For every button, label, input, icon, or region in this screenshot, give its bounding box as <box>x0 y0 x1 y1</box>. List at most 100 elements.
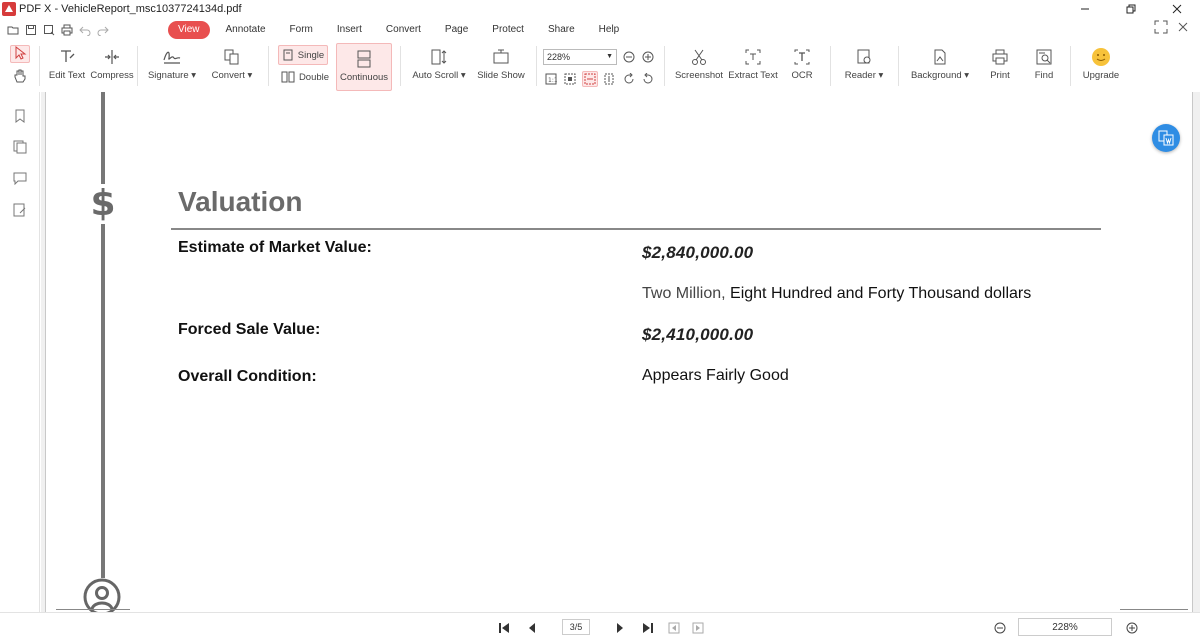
menu-protect[interactable]: Protect <box>480 21 536 39</box>
convert-button[interactable]: Convert ▾ <box>208 46 256 81</box>
auto-scroll-label: Auto Scroll ▾ <box>412 70 466 81</box>
footer-rule-right <box>1120 609 1188 610</box>
fit-width-button[interactable] <box>582 71 598 87</box>
floating-convert-button[interactable] <box>1152 124 1180 152</box>
zoom-in-button[interactable] <box>641 50 655 64</box>
first-page-button[interactable] <box>496 620 512 636</box>
background-button[interactable]: Background ▾ <box>906 46 974 81</box>
first-page-icon <box>499 623 509 633</box>
menu-view[interactable]: View <box>168 21 210 39</box>
screenshot-button[interactable]: Screenshot <box>672 46 726 81</box>
signature-button[interactable]: Signature ▾ <box>146 46 198 81</box>
window-title: PDF X - VehicleReport_msc1037724134d.pdf <box>19 3 242 15</box>
separator <box>536 46 537 86</box>
actual-size-button[interactable]: 1:1 <box>544 72 558 86</box>
convert-icon <box>224 49 239 65</box>
single-page-button[interactable]: Single <box>278 45 328 65</box>
market-value-text: $2,840,000.00 <box>642 243 754 262</box>
status-zoom-in-button[interactable] <box>1124 620 1140 636</box>
save-button[interactable] <box>22 21 40 39</box>
upgrade-button[interactable]: Upgrade <box>1080 46 1122 81</box>
save-as-button[interactable] <box>40 21 58 39</box>
fit-page-icon <box>564 73 576 85</box>
next-view-button[interactable] <box>690 620 706 636</box>
zoom-out-icon <box>623 51 635 63</box>
menu-help[interactable]: Help <box>587 21 632 39</box>
menu-convert[interactable]: Convert <box>374 21 433 39</box>
redo-icon <box>97 26 109 36</box>
printer-icon <box>992 49 1008 65</box>
rotate-left-icon <box>643 73 653 84</box>
extract-text-button[interactable]: Extract Text <box>726 46 780 81</box>
bookmarks-button[interactable] <box>12 108 28 124</box>
fullscreen-button[interactable] <box>1154 20 1168 37</box>
comments-button[interactable] <box>12 170 28 186</box>
slide-show-button[interactable]: Slide Show <box>474 46 528 81</box>
continuous-button[interactable]: Continuous <box>336 43 392 91</box>
save-as-icon <box>44 25 55 36</box>
close-button[interactable] <box>1154 0 1200 18</box>
extract-text-icon <box>745 49 761 65</box>
signature-panel-icon <box>13 203 26 217</box>
compress-button[interactable]: Compress <box>90 46 134 81</box>
separator <box>268 46 269 86</box>
menu-share[interactable]: Share <box>536 21 587 39</box>
ribbon-close-button[interactable] <box>1176 20 1190 37</box>
back-view-icon <box>668 622 680 634</box>
left-sidebar <box>0 92 40 641</box>
previous-page-button[interactable] <box>524 620 540 636</box>
signatures-panel-button[interactable] <box>12 202 28 218</box>
fit-page-button[interactable] <box>563 72 577 86</box>
market-value-value: $2,840,000.00 <box>642 243 753 263</box>
previous-view-button[interactable] <box>666 620 682 636</box>
double-page-button[interactable]: Double <box>280 71 330 83</box>
save-icon <box>26 25 36 35</box>
separator <box>137 46 138 86</box>
timeline-line <box>101 92 105 602</box>
market-value-words-part2: Eight Hundred and Forty Thousand dollars <box>725 285 1032 302</box>
menu-annotate[interactable]: Annotate <box>214 21 278 39</box>
section-divider <box>171 228 1101 230</box>
edit-text-button[interactable]: Edit Text <box>45 46 89 81</box>
select-tool-button[interactable] <box>10 45 30 63</box>
auto-scroll-button[interactable]: Auto Scroll ▾ <box>410 46 468 81</box>
rotate-right-button[interactable] <box>622 72 636 86</box>
undo-button[interactable] <box>76 21 94 39</box>
page-number-input[interactable]: 3/5 <box>562 619 590 635</box>
last-page-button[interactable] <box>640 620 656 636</box>
redo-button[interactable] <box>94 21 112 39</box>
rotate-left-button[interactable] <box>641 72 655 86</box>
minimize-button[interactable] <box>1062 0 1108 18</box>
chevron-left-icon <box>529 623 535 633</box>
pdf-page: $ Valuation Estimate of Market Value: $2… <box>45 92 1193 612</box>
convert-word-icon <box>1158 130 1174 146</box>
print-button[interactable]: Print <box>984 46 1016 81</box>
market-value-words-part1: Two Million, <box>642 285 726 302</box>
thumbnails-button[interactable] <box>12 139 28 155</box>
reader-label: Reader ▾ <box>844 70 884 81</box>
maximize-button[interactable] <box>1108 0 1154 18</box>
status-zoom-out-button[interactable] <box>992 620 1008 636</box>
open-button[interactable] <box>4 21 22 39</box>
ocr-button[interactable]: OCR <box>786 46 818 81</box>
menu-page[interactable]: Page <box>433 21 480 39</box>
ocr-label: OCR <box>791 70 813 81</box>
zoom-select[interactable]: 228% ▼ <box>543 49 617 65</box>
compress-label: Compress <box>90 70 134 81</box>
status-zoom-input[interactable]: 228% <box>1018 618 1112 636</box>
document-viewport[interactable]: $ Valuation Estimate of Market Value: $2… <box>41 92 1200 612</box>
quick-access-toolbar <box>4 21 112 39</box>
title-bar: PDF X - VehicleReport_msc1037724134d.pdf <box>0 0 1200 18</box>
menu-insert[interactable]: Insert <box>325 21 374 39</box>
zoom-out-button[interactable] <box>622 50 636 64</box>
next-page-button[interactable] <box>612 620 628 636</box>
chevron-right-icon <box>617 623 623 633</box>
reader-button[interactable]: Reader ▾ <box>838 46 890 81</box>
find-button[interactable]: Find <box>1028 46 1060 81</box>
fit-visible-button[interactable] <box>602 72 616 86</box>
hand-tool-button[interactable] <box>12 69 28 85</box>
menu-form[interactable]: Form <box>278 21 325 39</box>
print-quick-button[interactable] <box>58 21 76 39</box>
market-value-label: Estimate of Market Value: <box>178 239 372 256</box>
actual-size-icon: 1:1 <box>545 73 557 85</box>
